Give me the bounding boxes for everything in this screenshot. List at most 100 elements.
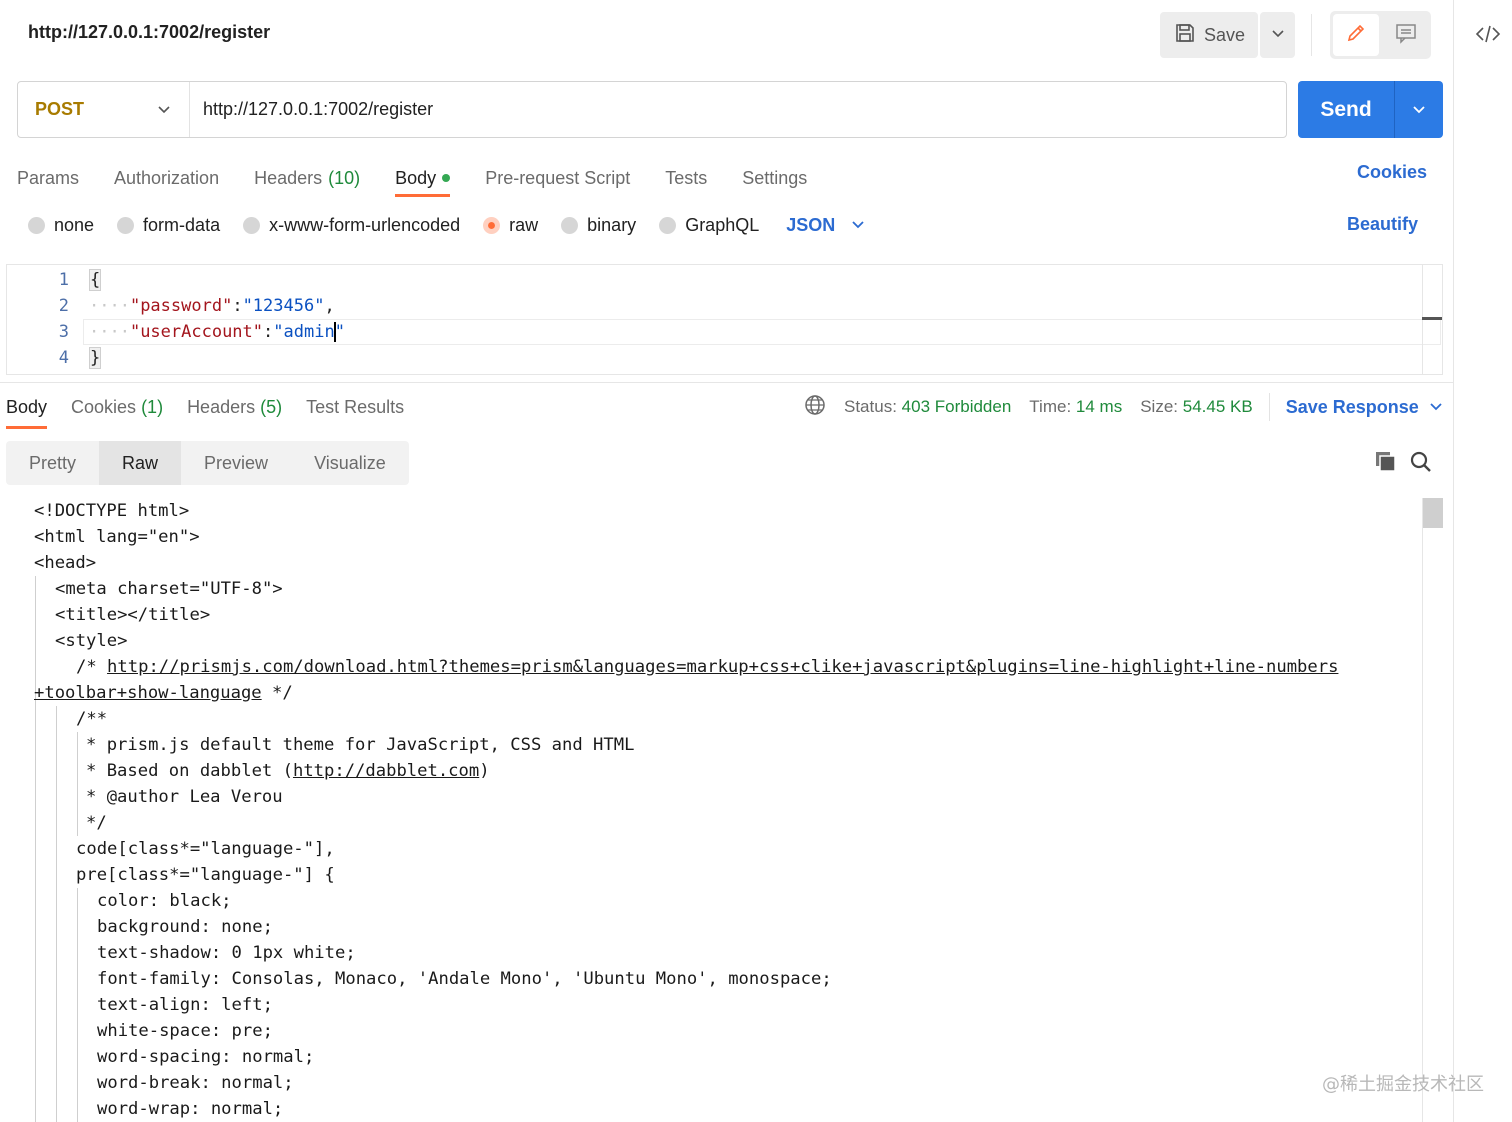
raw-format-label: JSON [786,214,836,235]
indent-guide [56,706,57,1122]
radio-circle [117,216,135,234]
copy-icon[interactable] [1374,450,1398,479]
body-type-options: none form-data x-www-form-urlencoded raw… [28,212,865,238]
json-open-brace: { [89,269,102,291]
code-link[interactable]: http://prismjs.com/download.html?themes=… [107,657,1338,677]
response-tab-test-results[interactable]: Test Results [306,392,404,422]
comments-button[interactable] [1383,14,1429,56]
radio-circle [28,216,45,234]
json-close-brace: } [89,347,102,369]
json-key-password: "password" [129,296,233,316]
code-line: /* http://prismjs.com/download.html?them… [76,657,1339,677]
radio-none[interactable]: none [28,215,94,236]
response-divider [0,382,1453,383]
url-input[interactable]: http://127.0.0.1:7002/register [190,99,433,120]
response-tab-body[interactable]: Body [6,392,48,429]
radio-urlencoded[interactable]: x-www-form-urlencoded [243,215,460,236]
tab-params[interactable]: Params [17,160,79,196]
cookies-link[interactable]: Cookies [1357,162,1427,183]
code-line: <html lang="en"> [34,527,200,547]
code-line: +toolbar+show-language */ [34,683,293,703]
status-divider [1268,393,1270,421]
code-line: code[class*="language-"], [76,839,335,859]
save-response-button[interactable]: Save Response [1286,397,1443,418]
send-button[interactable]: Send [1298,81,1443,138]
save-options-button[interactable] [1260,12,1295,58]
view-preview[interactable]: Preview [181,441,291,485]
beautify-button[interactable]: Beautify [1347,214,1418,235]
code-line: word-spacing: normal; [97,1047,315,1067]
chevron-down-icon [1271,26,1285,44]
code-line: background: none; [97,917,273,937]
indent-guide [77,888,78,1122]
json-value-user-account: "admin [273,322,335,342]
line-number: 1 [58,270,69,290]
tab-body[interactable]: Body [395,160,451,197]
response-scrollbar-thumb[interactable] [1423,498,1443,528]
save-button[interactable]: Save [1160,12,1258,58]
response-time: 14 ms [1075,397,1123,416]
code-line: text-align: left; [97,995,273,1015]
tab-settings[interactable]: Settings [742,160,807,196]
code-snippet-button[interactable] [1472,22,1504,50]
code-line: white-space: pre; [97,1021,273,1041]
save-icon [1174,22,1196,49]
chevron-down-icon [1413,105,1425,113]
search-icon[interactable] [1409,450,1433,479]
line-number: 3 [58,322,69,342]
code-line: <head> [34,553,97,573]
method-select[interactable]: POST [18,82,190,137]
chevron-down-icon [852,221,864,229]
code-line: * @author Lea Verou [86,787,283,807]
header-divider [1311,14,1312,56]
headers-count: (10) [328,167,361,188]
edit-mode-button[interactable] [1333,14,1379,56]
code-line: * Based on dabblet (http://dabblet.com) [86,761,490,781]
radio-circle [561,216,579,234]
view-raw[interactable]: Raw [99,441,182,485]
line-number: 4 [58,348,69,368]
pencil-icon [1345,22,1367,49]
editor-scroll-marker [1422,317,1442,320]
json-key-user-account: "userAccount" [129,322,264,342]
globe-icon[interactable] [804,394,826,421]
code-line: pre[class*="language-"] { [76,865,335,885]
code-link[interactable]: +toolbar+show-language [34,683,262,703]
response-body-viewer[interactable]: <!DOCTYPE html> <html lang="en"> <head> … [0,498,1420,1122]
tab-tests[interactable]: Tests [665,160,707,196]
tab-authorization[interactable]: Authorization [114,160,219,196]
view-visualize[interactable]: Visualize [291,441,409,485]
tab-headers[interactable]: Headers (10) [254,160,360,196]
code-line: /** [76,709,108,729]
status-code: 403 Forbidden [901,397,1012,416]
radio-binary[interactable]: binary [561,215,636,236]
response-tab-cookies[interactable]: Cookies (1) [71,392,163,422]
code-icon [1475,24,1501,49]
size-indicator[interactable]: Size: 54.45 KB [1140,397,1252,417]
view-pretty[interactable]: Pretty [6,441,99,485]
radio-raw[interactable]: raw [483,215,538,236]
code-line: text-shadow: 0 1px white; [97,943,356,963]
code-line: word-wrap: normal; [97,1099,284,1119]
tab-pre-request-script[interactable]: Pre-request Script [485,160,630,196]
time-indicator[interactable]: Time: 14 ms [1029,397,1122,417]
radio-graphql[interactable]: GraphQL [659,215,759,236]
code-line: font-family: Consolas, Monaco, 'Andale M… [97,969,832,989]
response-size: 54.45 KB [1182,397,1253,416]
send-options-button[interactable] [1394,81,1443,138]
code-link[interactable]: http://dabblet.com [293,761,479,781]
response-tab-headers[interactable]: Headers (5) [187,392,282,422]
raw-format-select[interactable]: JSON [786,215,865,236]
line-number: 2 [58,296,69,316]
request-title: http://127.0.0.1:7002/register [28,22,271,42]
method-label: POST [35,99,85,119]
radio-form-data[interactable]: form-data [117,215,220,236]
request-body-editor[interactable]: 1 { 2 ····"password":"123456", 3 ····"us… [6,264,1443,375]
code-line: word-break: normal; [97,1073,294,1093]
send-label: Send [1320,97,1372,121]
response-scrollbar[interactable] [1422,498,1423,1122]
radio-circle-checked [483,216,501,234]
view-mode-tabs: Pretty Raw Preview Visualize [6,441,409,485]
url-bar: POST http://127.0.0.1:7002/register [17,81,1287,138]
status-indicator[interactable]: Status: 403 Forbidden [844,397,1011,417]
